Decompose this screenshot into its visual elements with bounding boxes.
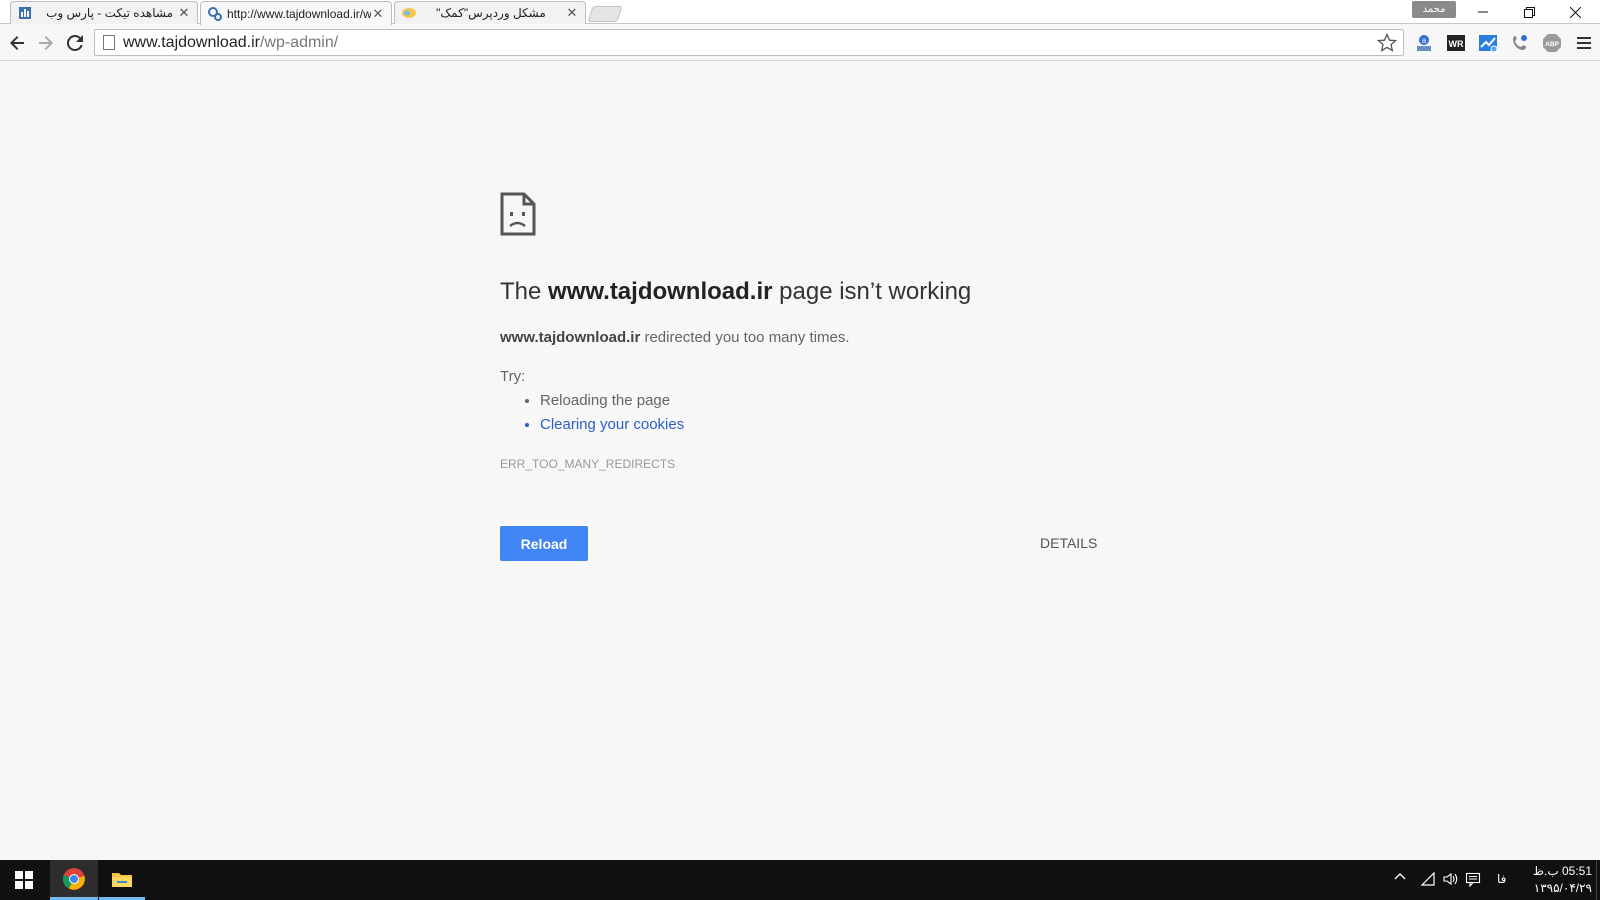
network-icon[interactable]: [1420, 871, 1436, 890]
address-bar[interactable]: www.tajdownload.ir/wp-admin/: [94, 29, 1404, 56]
heading-suffix: page isn’t working: [772, 278, 972, 305]
address-path: /wp-admin/: [259, 33, 339, 51]
show-desktop-button[interactable]: [1596, 860, 1600, 900]
heading-host: www.tajdownload.ir: [548, 278, 773, 305]
volume-icon[interactable]: [1442, 871, 1458, 890]
tab-wordpress-problem[interactable]: مشکل وردپرس"کمک" ✕: [394, 1, 586, 24]
tab-close-icon[interactable]: ✕: [565, 5, 579, 21]
forward-arrow-icon[interactable]: [34, 31, 58, 55]
error-description: www.tajdownload.ir redirected you too ma…: [500, 329, 850, 346]
suggestion-list: Reloading the page Clearing your cookies: [540, 392, 684, 440]
menu-hamburger-icon[interactable]: [1572, 31, 1596, 55]
windows-taskbar: فا 05:51 ب.ظ ۱۳۹۵/۰۴/۲۹: [0, 860, 1600, 900]
windows-start-icon[interactable]: [0, 860, 48, 900]
wr-icon[interactable]: WR: [1444, 31, 1468, 55]
suggestion-clear-cookies-link[interactable]: Clearing your cookies: [540, 416, 684, 433]
clock-date: ۱۳۹۵/۰۴/۲۹: [1533, 881, 1592, 895]
tab-close-icon[interactable]: ✕: [177, 5, 191, 21]
ticket-favicon-icon: [17, 5, 33, 21]
back-arrow-icon[interactable]: [5, 31, 29, 55]
sad-page-icon: [500, 192, 536, 241]
description-host: www.tajdownload.ir: [500, 329, 641, 346]
svg-text:a: a: [1422, 36, 1427, 45]
tab-title: http://www.tajdownload.ir/wp-admin/: [227, 6, 371, 21]
new-tab-button[interactable]: [587, 6, 623, 22]
tab-title: مشاهده تیکت - پارس وب: [46, 6, 173, 20]
tab-strip: مشاهده تیکت - پارس وب ✕ http://www.tajdo…: [0, 0, 1600, 25]
try-label: Try:: [500, 368, 526, 385]
tab-ticket[interactable]: مشاهده تیکت - پارس وب ✕: [10, 1, 198, 24]
clock[interactable]: 05:51 ب.ظ ۱۳۹۵/۰۴/۲۹: [1520, 863, 1592, 897]
wordpress-favicon-icon: [207, 6, 223, 22]
wr-label: WR: [1449, 39, 1464, 49]
alexa-icon[interactable]: a: [1412, 31, 1436, 55]
heading-prefix: The: [500, 278, 549, 305]
description-text: redirected you too many times.: [640, 329, 850, 346]
minimize-icon[interactable]: [1460, 0, 1506, 24]
phone-icon[interactable]: [1508, 31, 1532, 55]
forum-favicon-icon: [401, 5, 417, 21]
bookmark-star-icon[interactable]: [1376, 32, 1398, 58]
error-page: The www.tajdownload.ir page isn’t workin…: [0, 62, 1600, 859]
tray-chevron-up-icon[interactable]: [1394, 871, 1406, 886]
browser-toolbar: www.tajdownload.ir/wp-admin/ a WR ABP: [0, 25, 1600, 61]
stats-icon[interactable]: [1476, 31, 1500, 55]
file-explorer-taskbar-icon[interactable]: [99, 860, 145, 900]
tab-title: مشکل وردپرس"کمک": [436, 6, 546, 20]
error-code: ERR_TOO_MANY_REDIRECTS: [500, 457, 676, 471]
page-icon: [103, 35, 115, 50]
close-window-icon[interactable]: [1552, 0, 1598, 24]
clock-time: 05:51 ب.ظ: [1532, 864, 1592, 878]
abp-label: ABP: [1545, 41, 1559, 48]
reload-button[interactable]: Reload: [500, 526, 588, 561]
action-center-icon[interactable]: [1465, 871, 1481, 890]
adblock-icon[interactable]: ABP: [1540, 31, 1564, 55]
restore-icon[interactable]: [1506, 0, 1552, 24]
details-button[interactable]: DETAILS: [1040, 535, 1097, 551]
suggestion-reload: Reloading the page: [540, 392, 684, 409]
tab-close-icon[interactable]: ✕: [371, 6, 385, 22]
chrome-taskbar-icon[interactable]: [50, 860, 98, 900]
address-host: www.tajdownload.ir: [123, 33, 260, 51]
error-heading: The www.tajdownload.ir page isn’t workin…: [500, 278, 971, 306]
profile-button[interactable]: محمد: [1412, 1, 1456, 18]
reload-icon[interactable]: [63, 31, 87, 55]
language-indicator[interactable]: فا: [1497, 872, 1506, 886]
tab-tajdownload[interactable]: http://www.tajdownload.ir/wp-admin/ ✕: [200, 1, 392, 25]
